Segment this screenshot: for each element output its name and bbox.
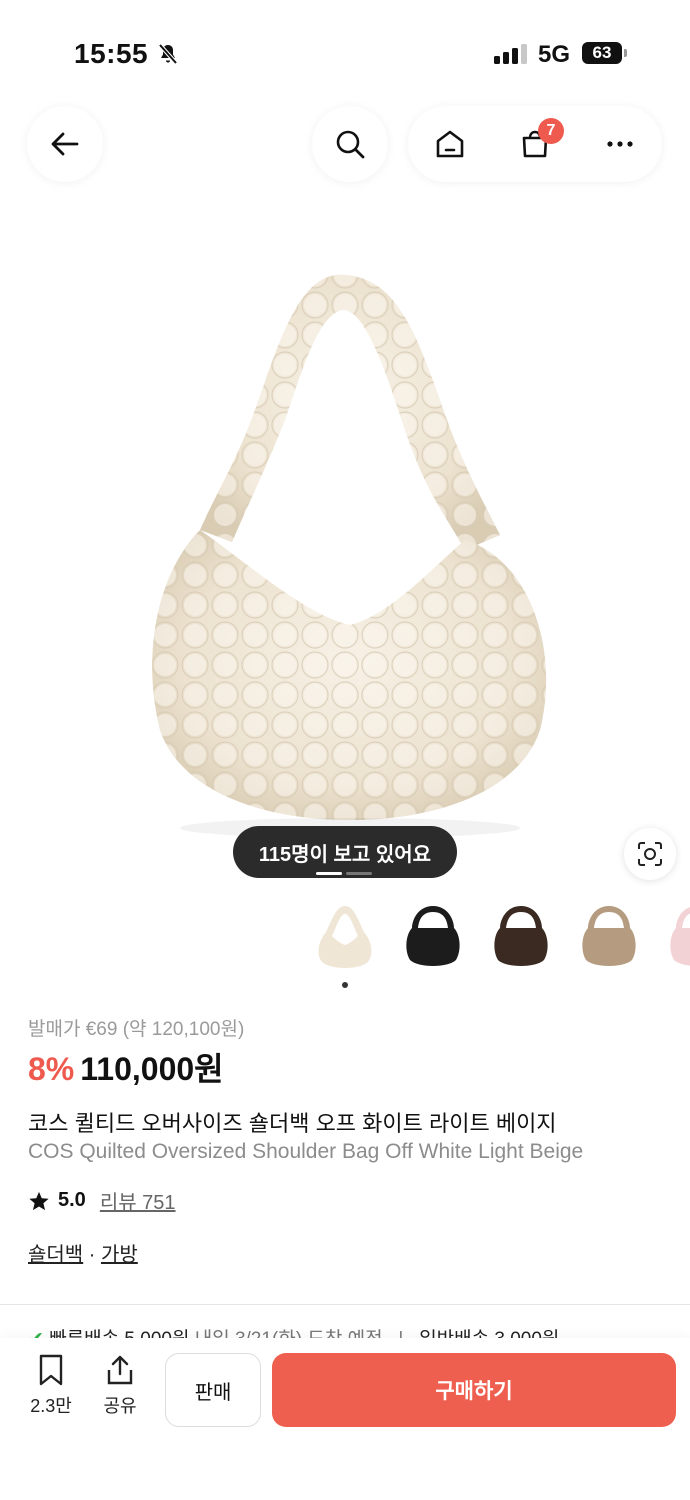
more-icon (607, 141, 633, 147)
status-bar: 15:55 5G 63 (0, 0, 690, 90)
search-icon (336, 130, 365, 159)
thumb-bag-2 (494, 906, 548, 966)
bookmark-icon (39, 1354, 63, 1386)
selected-thumbnail-indicator (342, 982, 348, 988)
star-icon (29, 1191, 49, 1210)
share-button[interactable]: 공유 (90, 1354, 150, 1418)
cart-button[interactable]: 7 (500, 106, 570, 182)
product-title-en: COS Quilted Oversized Shoulder Bag Off W… (28, 1140, 584, 1163)
sale-price: 110,000원 (80, 1051, 224, 1087)
category-link-shoulder-bag[interactable]: 숄더백 (28, 1244, 83, 1266)
fast-shipping-icon: ✔ (28, 1329, 44, 1338)
lens-icon (638, 842, 662, 866)
thumb-bag-0 (318, 906, 372, 968)
back-arrow-icon (51, 132, 79, 156)
rating-row: 5.0 리뷰 751 (28, 1186, 176, 1215)
share-label: 공유 (103, 1396, 137, 1416)
divider (0, 1304, 690, 1305)
color-thumbnails (312, 898, 690, 978)
thumb-bag-3 (582, 906, 636, 966)
signal-icon (494, 44, 527, 64)
thumbnail-1[interactable] (400, 898, 466, 974)
status-time: 15:55 (74, 38, 149, 69)
bookmark-button[interactable]: 2.3만 (21, 1354, 81, 1418)
cart-count-badge: 7 (537, 118, 564, 144)
share-icon (107, 1355, 133, 1385)
fast-shipping-label: 빠른배송 5,000원 (49, 1329, 189, 1338)
product-title-ko: 코스 퀼티드 오버사이즈 숄더백 오프 화이트 라이트 베이지 (28, 1111, 557, 1136)
thumbnail-4[interactable] (664, 898, 690, 974)
bookmark-count: 2.3만 (30, 1396, 72, 1416)
more-button[interactable] (585, 106, 655, 182)
back-button[interactable] (27, 106, 103, 182)
thumb-bag-1 (406, 906, 460, 966)
thumb-bag-4 (670, 907, 690, 966)
review-link[interactable]: 리뷰 751 (100, 1186, 176, 1215)
network-label: 5G (538, 41, 571, 68)
buy-button[interactable]: 구매하기 (272, 1353, 676, 1427)
category-link-bag[interactable]: 가방 (101, 1244, 138, 1266)
category-separator: · (83, 1244, 101, 1266)
fast-shipping-detail: 내일 3/21(화) 도착 예정 (195, 1329, 383, 1338)
bell-off-icon (156, 42, 180, 71)
nav-pill: 7 (408, 106, 662, 182)
viewers-pill: 115명이 보고 있어요 (233, 826, 457, 878)
image-pager (316, 872, 372, 875)
battery-indicator: 63 (582, 42, 627, 64)
home-button[interactable] (415, 106, 485, 182)
home-icon (437, 130, 464, 158)
breadcrumb: 숄더백 · 가방 (28, 1238, 138, 1267)
thumbnail-2[interactable] (488, 898, 554, 974)
image-search-button[interactable] (624, 828, 676, 880)
normal-shipping-label: 일반배송 3,000원 (419, 1329, 559, 1338)
search-button[interactable] (312, 106, 388, 182)
shipping-info[interactable]: ✔ 빠른배송 5,000원 내일 3/21(화) 도착 예정 | 일반배송 3,… (28, 1324, 668, 1338)
price-row: 8% 110,000원 (28, 1044, 224, 1090)
product-image[interactable] (0, 230, 690, 870)
original-price: 발매가 €69 (약 120,100원) (28, 1019, 245, 1040)
thumbnail-3[interactable] (576, 898, 642, 974)
discount-rate: 8% (28, 1051, 75, 1087)
thumbnail-0[interactable] (312, 898, 378, 974)
sell-button[interactable]: 판매 (165, 1353, 261, 1427)
rating-score: 5.0 (58, 1189, 86, 1211)
